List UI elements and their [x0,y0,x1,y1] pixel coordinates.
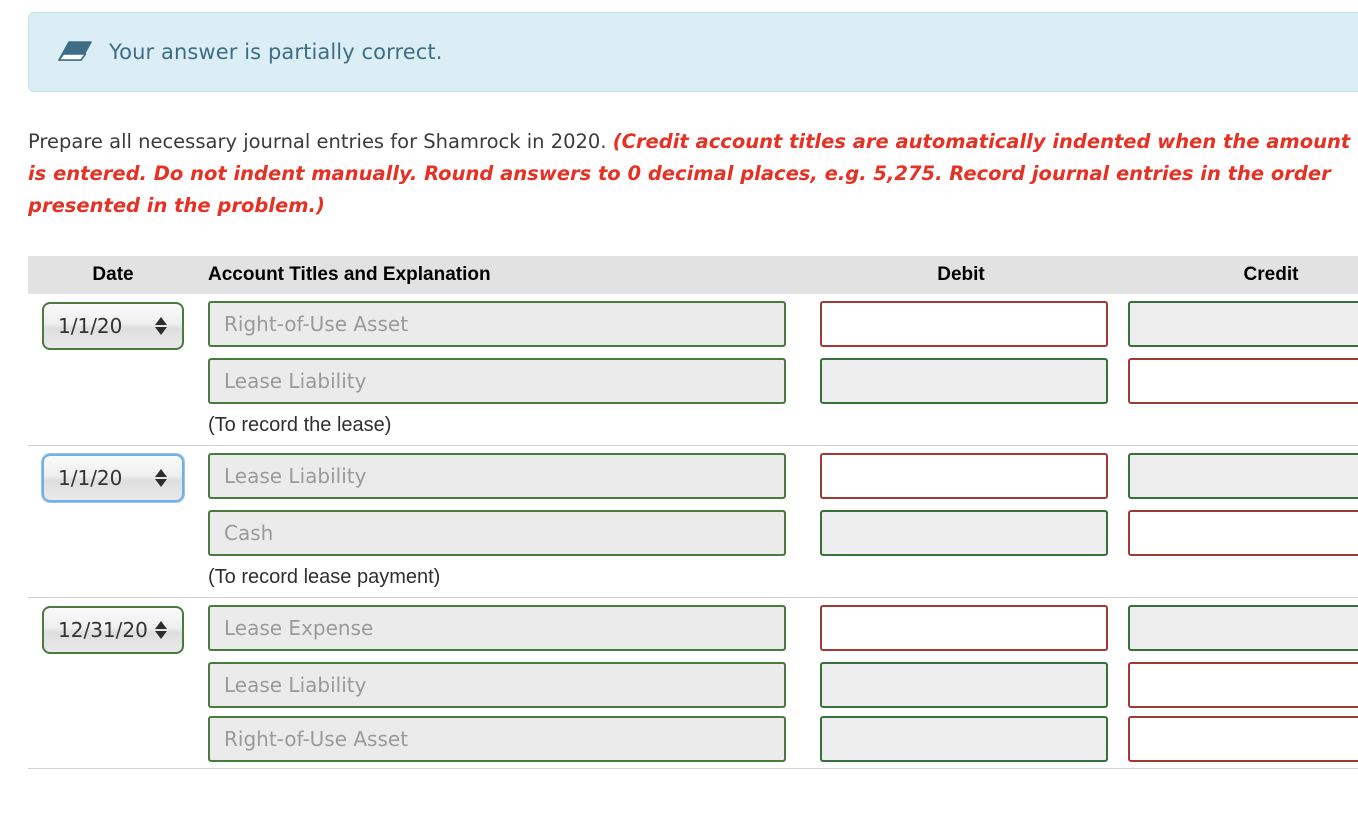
journal-explanation-row: (To record lease payment) [28,564,1358,591]
account-title-input[interactable]: Lease Liability [208,662,786,708]
debit-cell [806,510,1116,556]
account-title-input[interactable]: Right-of-Use Asset [208,716,786,762]
credit-cell [1116,605,1358,651]
debit-amount-input[interactable] [820,358,1108,404]
debit-amount-input[interactable] [820,662,1108,708]
date-cell-spacer [28,412,198,413]
date-select[interactable]: 1/1/20 [42,302,184,350]
credit-cell [1116,662,1358,708]
debit-amount-input[interactable] [820,605,1108,651]
account-title-input[interactable]: Lease Expense [208,605,786,651]
table-header-row: Date Account Titles and Explanation Debi… [28,256,1358,294]
account-title-input[interactable]: Cash [208,510,786,556]
debit-cell [806,605,1116,651]
status-banner: Your answer is partially correct. [28,12,1358,92]
date-select-value: 1/1/20 [58,314,123,338]
credit-amount-input[interactable] [1128,605,1358,651]
journal-entry-row: 12/31/20 Lease Expense [28,605,1358,654]
journal-entry-page: Your answer is partially correct. Prepar… [0,0,1358,836]
debit-cell [806,716,1116,762]
credit-amount-input[interactable] [1128,716,1358,762]
journal-entry-row: Lease Liability [28,358,1358,404]
status-message: Your answer is partially correct. [109,40,443,64]
debit-cell [806,662,1116,708]
credit-cell [1116,453,1358,499]
column-header-credit: Credit [1243,264,1299,285]
date-cell: 1/1/20 [28,301,198,350]
journal-entry-table: Date Account Titles and Explanation Debi… [28,256,1358,769]
date-cell-spacer [28,564,198,565]
date-cell [28,358,198,359]
spinner-arrows-icon[interactable] [148,621,174,639]
date-cell [28,716,198,717]
eraser-icon [55,41,95,63]
spinner-arrows-icon[interactable] [148,317,174,335]
debit-amount-input[interactable] [820,716,1108,762]
account-title-input[interactable]: Lease Liability [208,453,786,499]
date-cell [28,510,198,511]
journal-entry-row: 1/1/20 Right-of-Use Asset [28,301,1358,350]
journal-entry-group: 1/1/20 Right-of-Use Asset Lease Liability (… [28,294,1358,446]
debit-amount-input[interactable] [820,510,1108,556]
credit-amount-input[interactable] [1128,453,1358,499]
credit-amount-input[interactable] [1128,662,1358,708]
entry-explanation: (To record lease payment) [208,566,441,588]
journal-entry-row: Lease Liability [28,662,1358,708]
credit-amount-input[interactable] [1128,510,1358,556]
date-cell: 1/1/20 [28,453,198,502]
credit-cell [1116,301,1358,347]
column-header-date: Date [92,264,134,285]
debit-cell [806,301,1116,347]
instructions-lead: Prepare all necessary journal entries fo… [28,130,613,153]
account-cell: Right-of-Use Asset [198,716,806,762]
account-cell: Lease Liability [198,662,806,708]
credit-cell [1116,716,1358,762]
journal-entry-row: Right-of-Use Asset [28,716,1358,762]
debit-cell [806,358,1116,404]
debit-amount-input[interactable] [820,301,1108,347]
instructions-paragraph: Prepare all necessary journal entries fo… [28,126,1358,222]
date-cell [28,662,198,663]
column-header-debit: Debit [937,264,985,285]
account-cell: Lease Expense [198,605,806,651]
column-header-account: Account Titles and Explanation [208,264,491,285]
journal-entry-group: 1/1/20 Lease Liability Cash (To record leas… [28,446,1358,598]
date-select[interactable]: 12/31/20 [42,606,184,654]
account-title-input[interactable]: Lease Liability [208,358,786,404]
date-select[interactable]: 1/1/20 [42,454,184,502]
account-cell: Lease Liability [198,453,806,499]
journal-entry-row: Cash [28,510,1358,556]
journal-entry-group: 12/31/20 Lease Expense Lease Liability Righ… [28,598,1358,769]
account-title-input[interactable]: Right-of-Use Asset [208,301,786,347]
spinner-arrows-icon[interactable] [148,469,174,487]
account-cell: Lease Liability [198,358,806,404]
account-cell: Right-of-Use Asset [198,301,806,347]
debit-amount-input[interactable] [820,453,1108,499]
account-cell: Cash [198,510,806,556]
credit-cell [1116,510,1358,556]
date-cell: 12/31/20 [28,605,198,654]
credit-cell [1116,358,1358,404]
entry-explanation: (To record the lease) [208,414,392,436]
debit-cell [806,453,1116,499]
journal-entry-row: 1/1/20 Lease Liability [28,453,1358,502]
date-select-value: 1/1/20 [58,466,123,490]
credit-amount-input[interactable] [1128,301,1358,347]
credit-amount-input[interactable] [1128,358,1358,404]
table-body: 1/1/20 Right-of-Use Asset Lease Liability (… [28,294,1358,769]
journal-explanation-row: (To record the lease) [28,412,1358,439]
date-select-value: 12/31/20 [58,618,148,642]
